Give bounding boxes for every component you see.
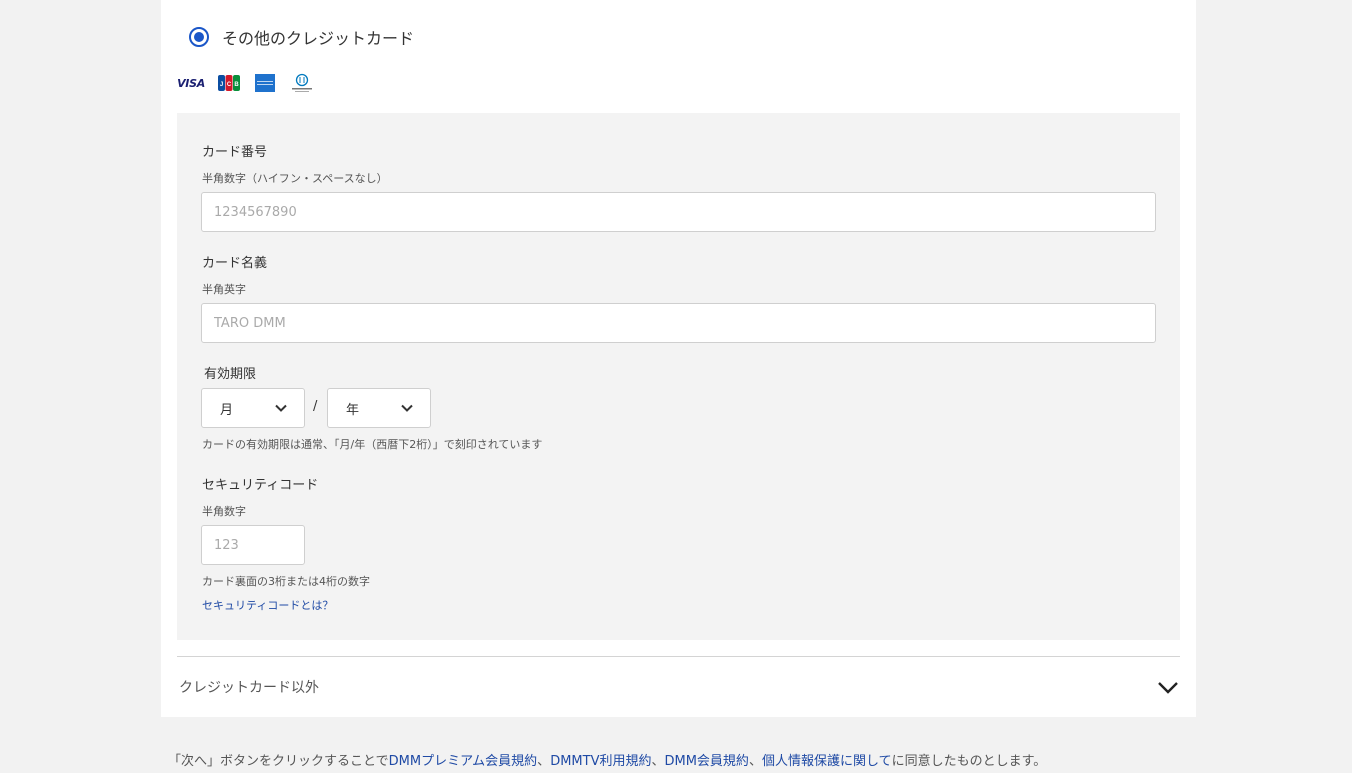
- expiry-month-select[interactable]: 月: [201, 388, 305, 428]
- expiry-month-value: 月: [220, 402, 234, 418]
- section-divider: [177, 656, 1180, 657]
- chevron-down-icon: [1158, 682, 1178, 694]
- credit-card-form: カード番号 半角数字（ハイフン・スペースなし） カード名義 半角英字 有効期限 …: [177, 113, 1180, 640]
- diners-club-logo: [289, 73, 315, 93]
- amex-logo: [254, 73, 276, 93]
- security-code-help-link[interactable]: セキュリティコードとは？: [202, 597, 333, 613]
- terms-prefix: 「次へ」ボタンをクリックすることで: [168, 754, 389, 769]
- jcb-logo: J C B: [217, 73, 241, 93]
- expiry-separator: /: [313, 399, 318, 414]
- card-name-hint: 半角英字: [202, 283, 246, 296]
- svg-text:J: J: [220, 82, 223, 88]
- card-number-hint: 半角数字（ハイフン・スペースなし）: [202, 172, 388, 185]
- credit-card-radio[interactable]: [189, 27, 209, 47]
- premium-terms-link[interactable]: DMMプレミアム会員規約: [389, 754, 538, 769]
- credit-card-option-label: その他のクレジットカード: [222, 29, 415, 48]
- chevron-down-icon: [401, 404, 413, 412]
- security-code-label: セキュリティコード: [202, 478, 319, 493]
- security-code-description: カード裏面の3桁または4桁の数字: [202, 575, 370, 588]
- card-name-label: カード名義: [202, 256, 268, 271]
- card-brand-logos: VISA J C B: [177, 73, 315, 93]
- svg-text:C: C: [227, 82, 232, 88]
- terms-agreement-text: 「次へ」ボタンをクリックすることでDMMプレミアム会員規約、DMMTV利用規約、…: [168, 750, 1046, 769]
- other-payment-methods-toggle[interactable]: クレジットカード以外: [177, 664, 1180, 710]
- card-number-label: カード番号: [202, 145, 268, 160]
- visa-logo: VISA: [177, 76, 205, 90]
- expiry-year-value: 年: [346, 402, 360, 418]
- svg-text:B: B: [234, 82, 239, 88]
- expiry-hint: カードの有効期限は通常、「月/年（西暦下2桁）」で刻印されています: [202, 438, 543, 451]
- terms-suffix: に同意したものとします。: [891, 754, 1047, 769]
- credit-card-option[interactable]: その他のクレジットカード: [189, 24, 414, 50]
- payment-card: その他のクレジットカード VISA J C B カード番号 半角数字（ハイフン・…: [161, 0, 1196, 717]
- expiry-year-select[interactable]: 年: [327, 388, 431, 428]
- terms-separator: 、: [748, 754, 762, 769]
- other-payment-methods-label: クレジットカード以外: [179, 680, 319, 696]
- card-number-input[interactable]: [201, 192, 1156, 232]
- privacy-link[interactable]: 個人情報保護に関して: [762, 754, 892, 769]
- security-code-hint: 半角数字: [202, 505, 246, 518]
- dmmtv-terms-link[interactable]: DMMTV利用規約: [550, 754, 651, 769]
- card-name-input[interactable]: [201, 303, 1156, 343]
- expiry-label: 有効期限: [204, 367, 257, 382]
- terms-separator: 、: [651, 754, 665, 769]
- chevron-down-icon: [275, 404, 287, 412]
- member-terms-link[interactable]: DMM会員規約: [664, 754, 748, 769]
- terms-separator: 、: [537, 754, 551, 769]
- security-code-input[interactable]: [201, 525, 305, 565]
